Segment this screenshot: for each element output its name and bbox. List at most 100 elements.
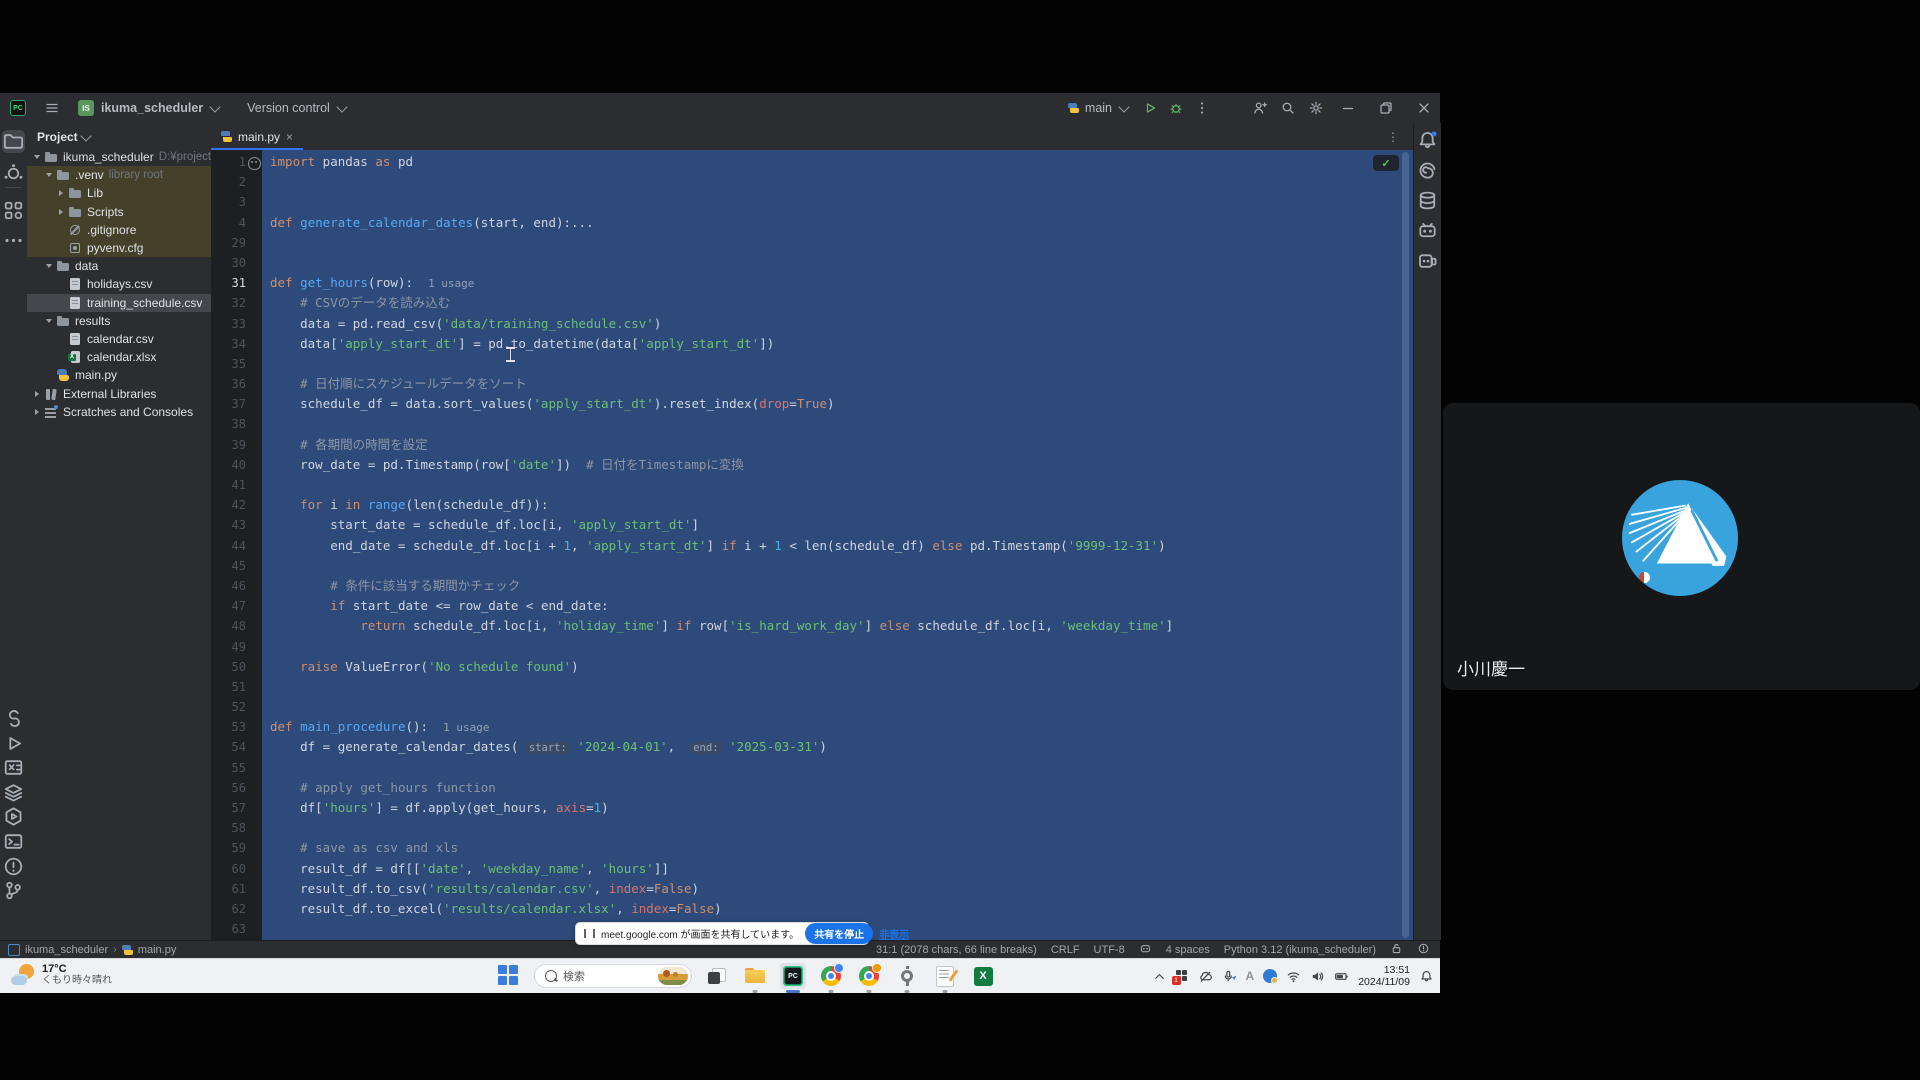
- taskbar-app-chrome-profile-1[interactable]: [818, 963, 844, 989]
- ai-assistant-icon[interactable]: [1416, 159, 1439, 182]
- terminal-tool-icon[interactable]: [2, 830, 25, 853]
- assistant-plugin-icon[interactable]: [1416, 219, 1439, 242]
- tray-clock[interactable]: 13:51 2024/11/09: [1358, 964, 1410, 988]
- tree-item-data[interactable]: data: [27, 257, 211, 275]
- tab-close-icon[interactable]: ×: [286, 131, 293, 143]
- start-button[interactable]: [496, 963, 522, 989]
- volume-icon[interactable]: [1310, 969, 1325, 984]
- tree-item-main-py[interactable]: main.py: [27, 366, 211, 384]
- caret-position-widget[interactable]: 31:1 (2078 chars, 66 line breaks): [876, 944, 1037, 956]
- minimize-icon[interactable]: [1340, 100, 1356, 116]
- tree-item-calendar-csv[interactable]: calendar.csv: [27, 330, 211, 348]
- vcs-selector[interactable]: Version control: [247, 101, 346, 115]
- more-tools-icon[interactable]: [2, 229, 25, 252]
- main-menu-icon[interactable]: [44, 100, 60, 116]
- tree-item-scripts[interactable]: Scripts: [27, 203, 211, 221]
- taskbar-app-excel[interactable]: X: [970, 963, 996, 989]
- debug-icon[interactable]: [1168, 100, 1184, 116]
- services-tool-icon[interactable]: [2, 805, 25, 828]
- hidden-icons-icon[interactable]: [1152, 969, 1167, 984]
- chevron-closed-icon[interactable]: [59, 209, 63, 215]
- database-tool-icon[interactable]: [1416, 189, 1439, 212]
- tree-item-calendar-xlsx[interactable]: calendar.xlsx: [27, 348, 211, 366]
- chevron-open-icon[interactable]: [34, 155, 40, 159]
- interpreter-widget[interactable]: Python 3.12 (ikuma_scheduler): [1224, 944, 1376, 956]
- tree-item-pyvenv-cfg[interactable]: pyvenv.cfg: [27, 239, 211, 257]
- chevron-open-icon[interactable]: [46, 319, 52, 323]
- tree-item-lib[interactable]: Lib: [27, 184, 211, 202]
- error-indicator-icon[interactable]: [1417, 942, 1430, 958]
- taskbar-search[interactable]: 検索: [534, 964, 692, 988]
- notifications-icon[interactable]: [1416, 129, 1439, 152]
- tree-item-results[interactable]: results: [27, 312, 211, 330]
- ai-status-icon[interactable]: [1139, 942, 1152, 958]
- hide-banner-link[interactable]: 非表示: [879, 926, 909, 941]
- chevron-open-icon[interactable]: [46, 264, 52, 268]
- code-area[interactable]: import pandas as pddef generate_calendar…: [262, 150, 1413, 940]
- taskbar-app-file-explorer[interactable]: [742, 963, 768, 989]
- editor-scrollbar[interactable]: [1402, 152, 1409, 938]
- translate-plugin-icon[interactable]: [1416, 249, 1439, 272]
- chevron-closed-icon[interactable]: [59, 190, 63, 196]
- ime-mode-indicator[interactable]: A: [1246, 969, 1255, 983]
- add-user-icon[interactable]: [1252, 100, 1268, 116]
- tree-item-label: training_schedule.csv: [87, 296, 202, 310]
- tree-item-scratches-and-consoles[interactable]: Scratches and Consoles: [27, 403, 211, 421]
- chevron-open-icon[interactable]: [46, 173, 52, 177]
- problems-tool-icon[interactable]: [2, 855, 25, 878]
- taskbar-app-pycharm[interactable]: PC: [780, 963, 806, 989]
- taskbar-app-notepad[interactable]: [932, 963, 958, 989]
- blue-app-icon[interactable]: [1263, 969, 1277, 983]
- project-tool-icon[interactable]: [2, 130, 25, 153]
- taskbar-app-settings[interactable]: [894, 963, 920, 989]
- python-console-icon[interactable]: [2, 707, 25, 730]
- tree-item-external-libraries[interactable]: External Libraries: [27, 384, 211, 402]
- run-tool-icon[interactable]: [2, 732, 25, 755]
- gutter-ai-icon[interactable]: [248, 157, 261, 170]
- app-grid-badge-icon[interactable]: 1: [1176, 970, 1189, 983]
- project-selector[interactable]: ikuma_scheduler: [101, 101, 219, 115]
- structure-tool-icon[interactable]: [2, 199, 25, 222]
- tree-item--gitignore[interactable]: .gitignore: [27, 221, 211, 239]
- close-icon[interactable]: [1416, 100, 1432, 116]
- editor-body[interactable]: 1234293031323334353637383940414243444546…: [211, 150, 1413, 940]
- indent-widget[interactable]: 4 spaces: [1166, 944, 1210, 956]
- layers-tool-icon[interactable]: [2, 781, 25, 804]
- stop-sharing-button[interactable]: 共有を停止: [805, 923, 873, 944]
- version-control-tool-icon[interactable]: [2, 879, 25, 902]
- tree-item-ikuma-scheduler[interactable]: ikuma_schedulerD:¥projects¥exper: [27, 148, 211, 166]
- taskbar-app-chrome-profile-2[interactable]: [856, 963, 882, 989]
- participant-tile[interactable]: 小川慶一: [1443, 403, 1920, 690]
- breadcrumb-file[interactable]: main.py: [138, 944, 177, 956]
- line-ending-widget[interactable]: CRLF: [1051, 944, 1080, 956]
- tab-main-py[interactable]: main.py ×: [211, 123, 303, 150]
- more-actions-icon[interactable]: [1194, 100, 1210, 116]
- tab-options-icon[interactable]: ⋮: [1387, 130, 1399, 144]
- breadcrumb-project[interactable]: ikuma_scheduler: [25, 944, 108, 956]
- settings-icon[interactable]: [1308, 100, 1324, 116]
- chevron-closed-icon[interactable]: [35, 409, 39, 415]
- notification-bell-icon[interactable]: [1419, 969, 1434, 984]
- commit-tool-icon[interactable]: [2, 162, 25, 185]
- task-view-icon: [708, 968, 726, 984]
- tree-item-holidays-csv[interactable]: holidays.csv: [27, 275, 211, 293]
- inspection-status-icon[interactable]: ✓: [1373, 155, 1399, 171]
- code-line-4: def generate_calendar_dates(start, end):…: [262, 213, 1413, 233]
- encoding-widget[interactable]: UTF-8: [1094, 944, 1125, 956]
- unlock-icon[interactable]: [1390, 942, 1403, 958]
- weather-widget[interactable]: 17°C くもり時々晴れ: [10, 962, 112, 988]
- run-icon[interactable]: [1142, 100, 1158, 116]
- chevron-closed-icon[interactable]: [35, 391, 39, 397]
- project-panel-header[interactable]: Project: [27, 123, 211, 148]
- tree-item--venv[interactable]: .venvlibrary root: [27, 166, 211, 184]
- wifi-icon[interactable]: [1286, 969, 1301, 984]
- restore-icon[interactable]: [1378, 100, 1394, 116]
- tree-item-training-schedule-csv[interactable]: training_schedule.csv: [27, 294, 211, 312]
- run-config-selector[interactable]: main: [1085, 101, 1128, 115]
- mic-location-icon[interactable]: [1222, 969, 1237, 984]
- taskbar-app-task-view[interactable]: [704, 963, 730, 989]
- onedrive-paused-icon[interactable]: [1198, 969, 1213, 984]
- battery-icon[interactable]: [1334, 969, 1349, 984]
- search-icon[interactable]: [1280, 100, 1296, 116]
- table-tool-icon[interactable]: [2, 756, 25, 779]
